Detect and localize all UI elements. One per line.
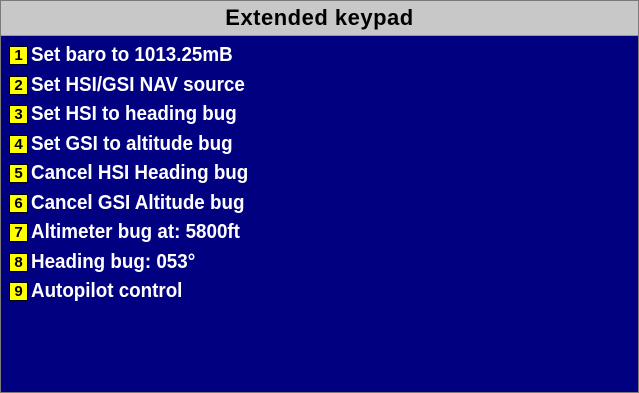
key-9-badge: 9	[9, 282, 28, 302]
key-1-badge: 1	[9, 46, 28, 66]
key-5-badge: 5	[9, 164, 28, 184]
key-3-badge: 3	[9, 105, 28, 125]
menu-item-set-hsi-heading-bug[interactable]: 3 Set HSI to heading bug	[9, 100, 629, 130]
menu-item-label: Cancel GSI Altitude bug	[31, 191, 245, 214]
menu-item-altimeter-bug[interactable]: 7 Altimeter bug at: 5800ft	[9, 218, 629, 248]
menu-item-label: Set HSI to heading bug	[31, 103, 237, 126]
menu-item-cancel-gsi-altitude-bug[interactable]: 6 Cancel GSI Altitude bug	[9, 189, 629, 219]
menu-item-label: Autopilot control	[31, 280, 183, 303]
menu-item-set-nav-source[interactable]: 2 Set HSI/GSI NAV source	[9, 71, 629, 101]
key-2-badge: 2	[9, 75, 28, 95]
key-6-badge: 6	[9, 193, 28, 213]
menu-item-label: Set HSI/GSI NAV source	[31, 73, 245, 96]
key-4-badge: 4	[9, 134, 28, 154]
menu-item-set-gsi-altitude-bug[interactable]: 4 Set GSI to altitude bug	[9, 130, 629, 160]
menu-item-heading-bug[interactable]: 8 Heading bug: 053°	[9, 248, 629, 278]
key-8-badge: 8	[9, 252, 28, 272]
menu-item-label: Heading bug: 053°	[31, 250, 196, 273]
menu-item-autopilot-control[interactable]: 9 Autopilot control	[9, 277, 629, 307]
menu-item-cancel-hsi-heading-bug[interactable]: 5 Cancel HSI Heading bug	[9, 159, 629, 189]
menu-item-label: Cancel HSI Heading bug	[31, 162, 249, 185]
menu-item-label: Set baro to 1013.25mB	[31, 44, 233, 67]
menu-item-label: Set GSI to altitude bug	[31, 132, 233, 155]
key-7-badge: 7	[9, 223, 28, 243]
menu-item-label: Altimeter bug at: 5800ft	[31, 221, 240, 244]
window-title: Extended keypad	[1, 1, 638, 36]
menu-item-set-baro[interactable]: 1 Set baro to 1013.25mB	[9, 41, 629, 71]
extended-keypad-window: Extended keypad 1 Set baro to 1013.25mB …	[0, 0, 639, 393]
keypad-menu: 1 Set baro to 1013.25mB 2 Set HSI/GSI NA…	[9, 41, 629, 307]
